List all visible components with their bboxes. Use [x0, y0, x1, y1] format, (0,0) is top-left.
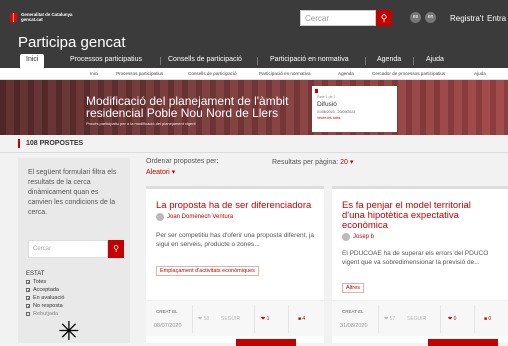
gencat-logo[interactable]: Generalitat de Catalunya gencat.cat [10, 12, 73, 22]
checkbox-icon[interactable]: ✓ [26, 304, 30, 309]
caret-down-icon: ▾ [171, 169, 176, 176]
created-label: CREAT EL [342, 309, 364, 314]
nav-normativa[interactable]: Participació en normativa [270, 56, 349, 63]
nav-inici[interactable]: Inici [20, 54, 45, 68]
supports-count: ❤ 58 [198, 316, 210, 322]
comments-count: ■ 4 [298, 316, 306, 322]
created-date: 31/08/2020 [340, 323, 368, 329]
phase-name: Difusió [317, 101, 337, 108]
endorse-count: ❤ 1 [261, 316, 270, 322]
phases-link[interactable]: Veure-les totes [317, 116, 340, 120]
sort-dropdown[interactable]: Aleatori ▾ [146, 168, 175, 176]
phase-label: Fase 1 de 1 [317, 95, 336, 99]
subnav-processos[interactable]: Processos participatius [116, 71, 163, 76]
filter-option-totes[interactable]: ✓ Totes [26, 279, 46, 285]
endorse-count: ❤ 0 [448, 316, 457, 322]
proposal-footer: CREAT EL 31/08/2020 ❤ 57 SEGUIR ❤ 0 ■ 0 [332, 300, 508, 336]
phase-card: Fase 1 de 1 Difusió 01/08/2023 - 20/09/2… [312, 86, 397, 132]
senyera-icon [10, 12, 17, 22]
filter-option-avaluacio[interactable]: ✓ En avaluació [26, 295, 65, 301]
avatar-icon [342, 233, 350, 241]
top-header: Generalitat de Catalunya gencat.cat Cerc… [0, 0, 508, 58]
proposals-count: 108 PROPOSTES [18, 139, 83, 148]
supports-count: ❤ 57 [384, 316, 396, 322]
comments-count: ■ 0 [484, 316, 492, 322]
avatar-icon [156, 213, 164, 221]
secondary-navigation: Inici Processos participatius Consells d… [0, 68, 508, 80]
proposal-tag[interactable]: Emplaçament d'activitats econòmiques [156, 266, 259, 276]
filter-search-icon[interactable]: ⚲ [108, 240, 124, 258]
filter-option-acceptada[interactable]: ✓ Acceptada [26, 287, 59, 293]
lang-es-button[interactable]: es [410, 12, 421, 23]
created-label: CREAT EL [156, 309, 178, 314]
subnav-normativa[interactable]: Participació en normativa [259, 71, 311, 76]
perpage-value[interactable]: 20 [340, 159, 348, 166]
phase-dates: 01/08/2023 - 20/09/2023 [317, 110, 356, 114]
subnav-ajuda[interactable]: Ajuda [474, 71, 486, 76]
checkbox-icon[interactable]: ✓ [26, 288, 30, 293]
filter-intro: El següent formulari filtra els resultat… [28, 169, 117, 216]
perpage-control[interactable]: Resultats per pàgina: 20 ▾ [272, 158, 353, 166]
proposal-body: Per ser competitiu has d'oferir una prop… [156, 232, 315, 248]
register-link[interactable]: Registra't [450, 14, 484, 23]
proposal-footer: CREAT EL 08/07/2020 ❤ 58 SEGUIR ❤ 1 ■ 4 [146, 300, 324, 336]
nav-consells[interactable]: Consells de participació [168, 56, 242, 63]
lang-en-button[interactable]: en [425, 12, 436, 23]
proposal-author[interactable]: Josep b [342, 233, 374, 241]
checkbox-icon[interactable]: ✓ [26, 296, 30, 301]
proposal-title[interactable]: La proposta ha de ser diferenciadora [156, 201, 316, 211]
brand-domain: gencat.cat [21, 17, 43, 22]
nav-agenda[interactable]: Agenda [377, 56, 401, 63]
filter-option-rebutjada[interactable]: Rebutjada [26, 311, 58, 317]
process-description: Procés participatiu per a la modificació… [86, 121, 196, 126]
estat-label: ESTAT [26, 271, 45, 277]
loading-cursor-icon: ✳ [58, 316, 80, 346]
follow-button[interactable]: SEGUIR [407, 316, 426, 322]
caret-down-icon: ▾ [349, 159, 354, 166]
app-title[interactable]: Participa gencat [18, 34, 126, 51]
search-icon[interactable]: ⚲ [376, 10, 392, 26]
subnav-agenda[interactable]: Agenda [338, 71, 354, 76]
proposal-tag[interactable]: Altres [342, 283, 365, 293]
proposal-author[interactable]: Joan Domènech Ventura [156, 213, 233, 221]
nav-ajuda[interactable]: Ajuda [426, 56, 444, 63]
main-navigation: Inici Processos participatius Consells d… [0, 54, 508, 68]
filter-search-input[interactable]: Cercar [28, 240, 108, 258]
sort-label: Ordenar propostes per: [146, 158, 219, 165]
nav-processos[interactable]: Processos participatius [70, 56, 142, 63]
proposal-card[interactable]: Es fa penjar el model territorial d'una … [332, 186, 508, 346]
proposal-card[interactable]: La proposta ha de ser diferenciadora Joa… [146, 186, 324, 346]
checkbox-icon[interactable]: ✓ [26, 280, 30, 285]
proposal-body: El PDUCOAE ha de superar els errors del … [342, 250, 489, 266]
header-search-input[interactable]: Cercar [300, 10, 376, 26]
login-link[interactable]: Entra [487, 14, 506, 23]
created-date: 08/07/2020 [154, 323, 182, 329]
process-banner: Modificació del planejament de l'àmbit r… [0, 80, 508, 135]
process-title: Modificació del planejament de l'àmbit r… [86, 94, 289, 120]
follow-button[interactable]: SEGUIR [221, 316, 240, 322]
subnav-consells[interactable]: Consells de participació [188, 71, 237, 76]
checkbox-icon[interactable] [26, 312, 30, 316]
subnav-inici[interactable]: Inici [90, 71, 98, 76]
subnav-cercador[interactable]: Cercador de processos participatius [372, 71, 445, 76]
proposal-title[interactable]: Es fa penjar el model territorial d'una … [342, 201, 492, 231]
filter-option-no-resposta[interactable]: ✓ No resposta [26, 303, 63, 309]
